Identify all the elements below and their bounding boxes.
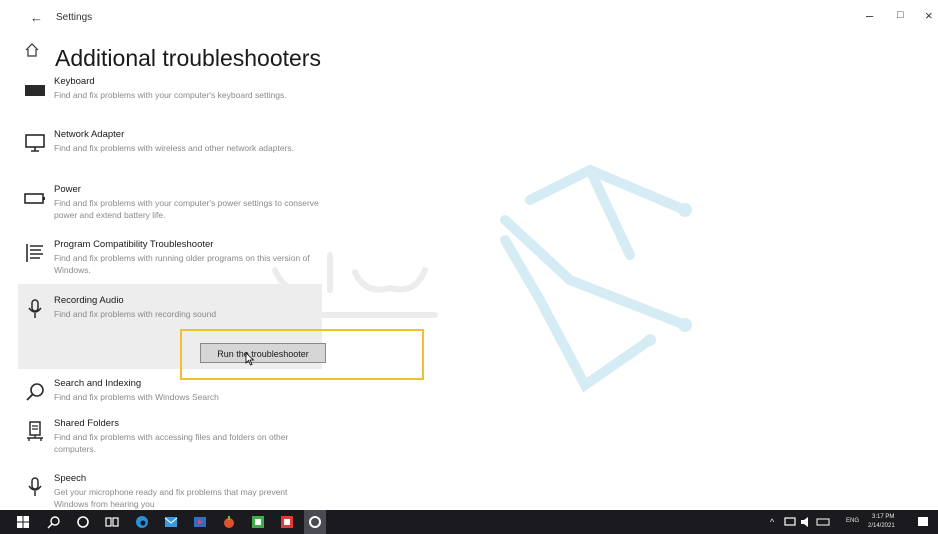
troubleshooter-shared-folders[interactable]: Shared Folders Find and fix problems wit… [18, 418, 323, 462]
search-icon[interactable] [46, 514, 62, 530]
volume-icon[interactable] [800, 514, 812, 530]
troubleshooter-description: Find and fix problems with Windows Searc… [54, 392, 219, 402]
troubleshooter-keyboard[interactable]: Keyboard Find and fix problems with your… [18, 76, 323, 118]
troubleshooter-program-compatibility[interactable]: Program Compatibility Troubleshooter Fin… [18, 239, 323, 283]
troubleshooter-description: Find and fix problems with recording sou… [54, 309, 217, 319]
monitor-icon [25, 134, 45, 152]
troubleshooter-description: Find and fix problems with running older… [54, 253, 310, 275]
troubleshooter-speech[interactable]: Speech Get your microphone ready and fix… [18, 473, 323, 509]
back-button[interactable]: ← [30, 10, 43, 25]
clock-date[interactable]: 2/14/2021 [868, 523, 895, 529]
battery-icon [24, 193, 45, 204]
title-bar: ← Settings – □ × [0, 0, 938, 34]
troubleshooter-name: Keyboard [54, 76, 95, 87]
maximize-button[interactable]: □ [897, 9, 904, 21]
video-editor-icon[interactable] [192, 514, 208, 530]
task-view-icon[interactable] [104, 514, 120, 530]
close-button[interactable]: × [925, 8, 933, 23]
troubleshooter-name: Search and Indexing [54, 378, 142, 389]
shared-folder-icon [27, 421, 43, 441]
microphone-icon [28, 299, 42, 318]
troubleshooter-search-indexing[interactable]: Search and Indexing Find and fix problem… [18, 378, 323, 408]
search-icon [26, 383, 44, 401]
red-app-icon[interactable] [279, 514, 295, 530]
troubleshooter-description: Find and fix problems with your computer… [54, 198, 319, 220]
keyboard-tray-icon[interactable] [816, 514, 830, 530]
troubleshooter-power[interactable]: Power Find and fix problems with your co… [18, 184, 323, 228]
edge-browser-icon[interactable] [134, 514, 150, 530]
troubleshooter-description: Find and fix problems with your computer… [54, 90, 287, 100]
clock-time[interactable]: 3:17 PM [872, 514, 894, 520]
troubleshooter-recording-audio[interactable]: Recording Audio Find and fix problems wi… [18, 295, 323, 325]
troubleshooter-name: Network Adapter [54, 129, 125, 140]
cortana-icon[interactable] [75, 514, 91, 530]
page-title: Additional troubleshooters [55, 45, 321, 71]
minimize-button[interactable]: – [866, 8, 873, 23]
notification-icon[interactable] [916, 514, 930, 530]
troubleshooter-name: Program Compatibility Troubleshooter [54, 239, 214, 250]
green-app-icon[interactable] [250, 514, 266, 530]
troubleshooter-description: Find and fix problems with accessing fil… [54, 432, 289, 454]
network-icon[interactable] [784, 514, 796, 530]
tray-chevron-icon[interactable]: ^ [770, 517, 774, 527]
troubleshooter-name: Speech [54, 473, 87, 484]
troubleshooter-name: Shared Folders [54, 418, 119, 429]
troubleshooter-name: Recording Audio [54, 295, 124, 306]
settings-gear-icon[interactable] [304, 510, 326, 534]
microphone-icon [28, 477, 42, 496]
highlight-box [180, 329, 424, 380]
list-icon [26, 244, 43, 262]
mail-icon[interactable] [163, 514, 179, 530]
troubleshooter-description: Find and fix problems with wireless and … [54, 143, 295, 153]
troubleshooter-description: Get your microphone ready and fix proble… [54, 487, 288, 509]
language-indicator[interactable]: ENG [846, 518, 859, 524]
home-icon[interactable] [24, 42, 40, 58]
troubleshooter-name: Power [54, 184, 81, 195]
keyboard-icon [25, 85, 45, 96]
mouse-cursor-icon [245, 352, 255, 366]
app-title: Settings [56, 12, 93, 23]
troubleshooter-network-adapter[interactable]: Network Adapter Find and fix problems wi… [18, 129, 323, 173]
taskbar: ^ ENG 3:17 PM 2/14/2021 [0, 510, 938, 534]
app-icon[interactable] [221, 514, 237, 530]
windows-start-icon[interactable] [15, 514, 31, 530]
